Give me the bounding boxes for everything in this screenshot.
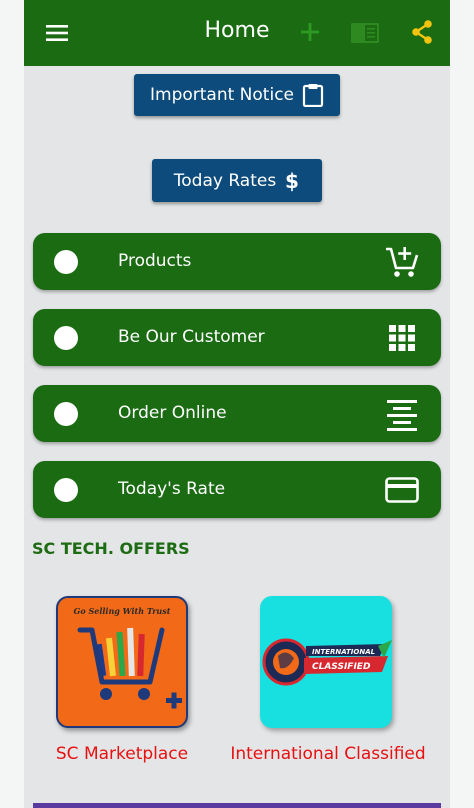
align-center-icon [387,400,417,431]
radio-dot [54,326,78,350]
right-margin [450,0,474,808]
book-icon[interactable] [350,20,380,46]
add-to-cart-icon [386,247,419,277]
offers-heading: SC TECH. OFFERS [32,539,190,558]
dollar-icon: $ [285,169,299,193]
classified-logo-icon: INTERNATIONAL CLASSIFIED [262,638,392,686]
radio-dot [54,478,78,502]
today-rates-button[interactable]: Today Rates $ [152,159,322,202]
radio-dot [54,402,78,426]
menu-item-label: Order Online [118,403,227,423]
add-icon[interactable] [296,18,324,46]
shopping-cart-logo-icon [77,627,182,709]
share-icon[interactable] [408,18,436,46]
bottom-banner-edge [33,803,441,808]
menu-item-todays-rate[interactable]: Today's Rate [33,461,441,518]
menu-item-label: Today's Rate [118,479,226,499]
logo-line1: INTERNATIONAL [312,648,375,656]
important-notice-label: Important Notice [150,85,294,105]
page-title: Home [204,18,270,43]
credit-card-icon [385,477,419,503]
international-classified-logo[interactable]: INTERNATIONAL CLASSIFIED [260,596,392,728]
clipboard-icon [302,84,324,107]
radio-dot [54,250,78,274]
menu-item-be-our-customer[interactable]: Be Our Customer [33,309,441,366]
app-bar: Home [24,0,450,66]
menu-item-label: Products [118,251,192,271]
svg-text:$: $ [285,169,299,193]
menu-item-products[interactable]: Products [33,233,441,290]
menu-item-label: Be Our Customer [118,327,265,347]
offer-caption-international-classified[interactable]: International Classified [220,744,436,764]
logo-line2: CLASSIFIED [312,662,371,672]
apps-grid-icon [389,325,415,351]
today-rates-label: Today Rates [173,170,277,191]
sc-marketplace-logo[interactable]: Go Selling With Trust [56,596,188,728]
menu-item-order-online[interactable]: Order Online [33,385,441,442]
app-screen: Home Important Notice Today Rates $ Prod… [24,0,450,808]
offer-caption-sc-marketplace[interactable]: SC Marketplace [42,744,202,764]
left-margin [0,0,24,808]
important-notice-button[interactable]: Important Notice [134,74,340,116]
